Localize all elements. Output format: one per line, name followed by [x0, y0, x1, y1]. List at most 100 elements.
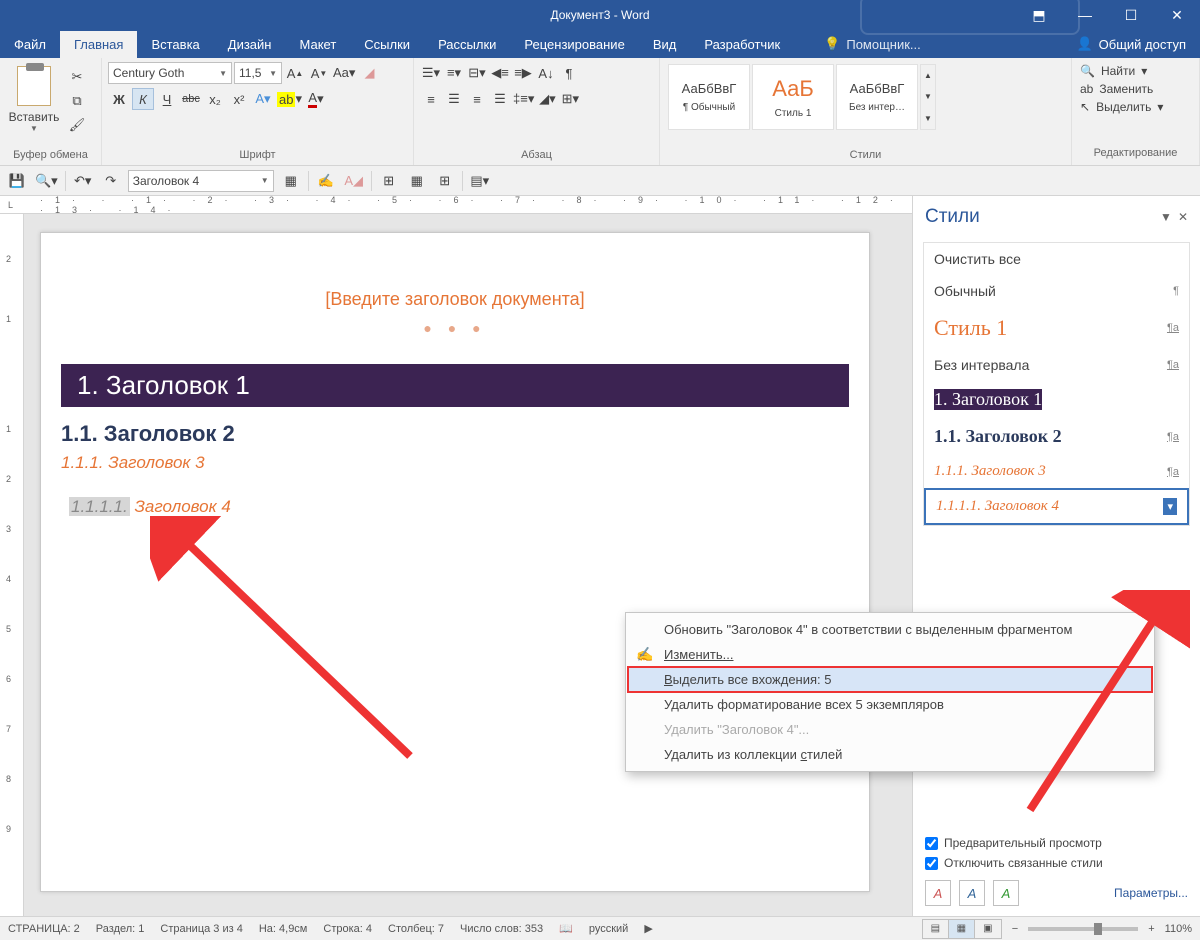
- zoom-out-button[interactable]: −: [1012, 923, 1018, 935]
- gallery-scroll[interactable]: ▲▼▼: [920, 64, 936, 130]
- zoom-level[interactable]: 110%: [1165, 923, 1192, 935]
- undo-button[interactable]: ↶▾: [72, 170, 94, 192]
- clear-formatting-button[interactable]: ◢: [358, 62, 380, 84]
- tab-mailings[interactable]: Рассылки: [424, 31, 510, 58]
- document-page[interactable]: [Введите заголовок документа] ● ● ● 1. З…: [40, 232, 870, 892]
- save-button[interactable]: 💾: [6, 170, 28, 192]
- align-right-button[interactable]: ≡: [466, 88, 488, 110]
- status-proofing-icon[interactable]: 📖: [559, 922, 573, 935]
- change-case-button[interactable]: Aa▾: [332, 62, 356, 84]
- style-list-item[interactable]: 1.1.1. Заголовок 3¶a: [924, 455, 1189, 488]
- font-size-select[interactable]: 11,5▼: [234, 62, 282, 84]
- manage-styles-button[interactable]: A: [993, 880, 1019, 906]
- disable-linked-input[interactable]: [925, 857, 938, 870]
- superscript-button[interactable]: x²: [228, 88, 250, 110]
- redo-button[interactable]: ↷: [100, 170, 122, 192]
- new-style-button[interactable]: A: [925, 880, 951, 906]
- heading-1[interactable]: 1. Заголовок 1: [61, 364, 849, 407]
- view-web-button[interactable]: ▣: [975, 920, 1001, 938]
- style-list-item[interactable]: 1. Заголовок 1¶a: [924, 381, 1189, 418]
- decrease-indent-button[interactable]: ◀≡: [489, 62, 511, 84]
- horizontal-ruler[interactable]: L ·1· · ·1· ·2· ·3· ·4· ·5· ·6· ·7· ·8· …: [0, 196, 912, 214]
- ctx-remove-from-gallery[interactable]: Удалить из коллекции стилей: [628, 742, 1152, 767]
- find-button[interactable]: 🔍Найти ▾: [1080, 62, 1191, 80]
- line-spacing-button[interactable]: ‡≡▾: [512, 88, 535, 110]
- status-words[interactable]: Число слов: 353: [460, 923, 543, 935]
- ctx-select-all-instances[interactable]: Выделить все вхождения: 5: [628, 667, 1152, 692]
- shading-button[interactable]: ◢▾: [536, 88, 558, 110]
- ctx-remove-formatting[interactable]: Удалить форматирование всех 5 экземпляро…: [628, 692, 1152, 717]
- find-qat-button[interactable]: 🔍▾: [34, 170, 59, 192]
- shrink-font-button[interactable]: A▼: [308, 62, 330, 84]
- style-list-item[interactable]: Стиль 1¶a: [924, 307, 1189, 349]
- justify-button[interactable]: ☰: [489, 88, 511, 110]
- style-inspector-button[interactable]: A: [959, 880, 985, 906]
- cut-button[interactable]: ✂: [66, 66, 88, 88]
- style-item-style1[interactable]: АаБСтиль 1: [752, 64, 834, 130]
- qat-btn-7[interactable]: ▤▾: [469, 170, 491, 192]
- font-name-select[interactable]: Century Goth▼: [108, 62, 232, 84]
- qat-btn-5[interactable]: ▦: [406, 170, 428, 192]
- underline-button[interactable]: Ч: [156, 88, 178, 110]
- tab-review[interactable]: Рецензирование: [510, 31, 638, 58]
- status-page-of[interactable]: Страница 3 из 4: [160, 923, 242, 935]
- heading-2[interactable]: 1.1. Заголовок 2: [61, 421, 849, 447]
- ctx-update-style[interactable]: Обновить "Заголовок 4" в соответствии с …: [628, 617, 1152, 642]
- preview-checkbox[interactable]: Предварительный просмотр: [925, 836, 1188, 850]
- highlight-button[interactable]: ab▾: [276, 88, 303, 110]
- disable-linked-checkbox[interactable]: Отключить связанные стили: [925, 856, 1188, 870]
- tab-developer[interactable]: Разработчик: [690, 31, 794, 58]
- sort-button[interactable]: A↓: [535, 62, 557, 84]
- strike-button[interactable]: abc: [180, 88, 202, 110]
- ribbon-options-button[interactable]: ⬒: [1016, 0, 1062, 30]
- align-left-button[interactable]: ≡: [420, 88, 442, 110]
- style-item-nospace[interactable]: АаБбВвГБез интер…: [836, 64, 918, 130]
- tab-layout[interactable]: Макет: [285, 31, 350, 58]
- style-select[interactable]: Заголовок 4▼: [128, 170, 274, 192]
- subscript-button[interactable]: x₂: [204, 88, 226, 110]
- style-item-normal[interactable]: АаБбВвГ¶ Обычный: [668, 64, 750, 130]
- style-list-item[interactable]: Обычный¶: [924, 275, 1189, 307]
- maximize-button[interactable]: ☐: [1108, 0, 1154, 30]
- close-icon[interactable]: ✕: [1178, 210, 1188, 224]
- minimize-button[interactable]: —: [1062, 0, 1108, 30]
- tab-design[interactable]: Дизайн: [214, 31, 286, 58]
- tell-me-help[interactable]: 💡Помощник...: [814, 30, 931, 58]
- zoom-slider[interactable]: [1028, 927, 1138, 931]
- styles-gallery[interactable]: АаБбВвГ¶ Обычный АаБСтиль 1 АаБбВвГБез и…: [666, 62, 1065, 132]
- bullets-button[interactable]: ☰▾: [420, 62, 442, 84]
- paste-button[interactable]: Вставить ▼: [6, 62, 62, 136]
- qat-btn-3[interactable]: A◢: [343, 170, 365, 192]
- doc-title-placeholder[interactable]: [Введите заголовок документа]: [41, 289, 869, 310]
- show-marks-button[interactable]: ¶: [558, 62, 580, 84]
- options-link[interactable]: Параметры...: [1114, 886, 1188, 900]
- ctx-modify[interactable]: ✍Изменить...: [628, 642, 1152, 667]
- view-read-button[interactable]: ▤: [923, 920, 949, 938]
- select-button[interactable]: ↖Выделить ▾: [1080, 98, 1191, 116]
- grow-font-button[interactable]: A▲: [284, 62, 306, 84]
- multilevel-button[interactable]: ⊟▾: [466, 62, 488, 84]
- tab-file[interactable]: Файл: [0, 31, 60, 58]
- slider-thumb[interactable]: [1094, 923, 1102, 935]
- tab-home[interactable]: Главная: [60, 31, 137, 58]
- text-effects-button[interactable]: A▾: [252, 88, 274, 110]
- share-button[interactable]: 👤Общий доступ: [1062, 30, 1200, 58]
- pane-options-icon[interactable]: ▼: [1160, 210, 1172, 224]
- close-button[interactable]: ✕: [1154, 0, 1200, 30]
- status-section[interactable]: Раздел: 1: [96, 923, 145, 935]
- tab-references[interactable]: Ссылки: [350, 31, 424, 58]
- format-painter-button[interactable]: 🖌: [66, 114, 88, 136]
- bold-button[interactable]: Ж: [108, 88, 130, 110]
- status-lang[interactable]: русский: [589, 923, 628, 935]
- style-list-item-selected[interactable]: 1.1.1.1. Заголовок 4▾: [924, 488, 1189, 525]
- tab-insert[interactable]: Вставка: [137, 31, 213, 58]
- increase-indent-button[interactable]: ≡▶: [512, 62, 534, 84]
- status-macro-icon[interactable]: ▶: [644, 922, 652, 935]
- vertical-ruler[interactable]: 2 1 1 2 3 4 5 6 7 8 9: [0, 214, 24, 916]
- clear-all-item[interactable]: Очистить все: [924, 243, 1189, 275]
- view-print-button[interactable]: ▦: [949, 920, 975, 938]
- qat-btn-6[interactable]: ⊞: [434, 170, 456, 192]
- style-dropdown-icon[interactable]: ▾: [1163, 498, 1177, 515]
- qat-btn-4[interactable]: ⊞: [378, 170, 400, 192]
- copy-button[interactable]: ⧉: [66, 90, 88, 112]
